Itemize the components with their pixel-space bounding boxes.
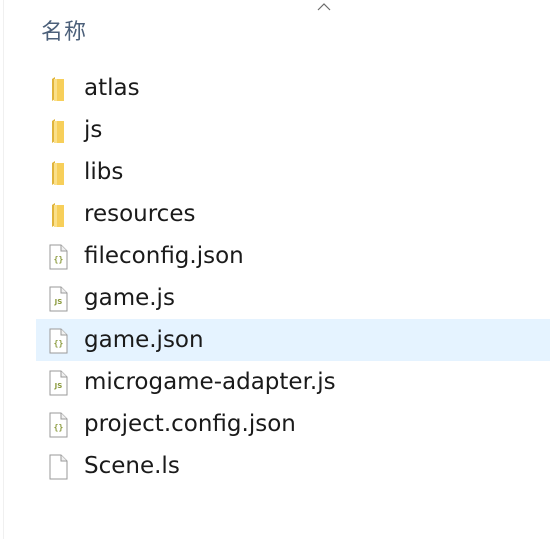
file-row[interactable]: JS microgame-adapter.js	[0, 361, 550, 403]
blank-file-icon	[46, 454, 70, 480]
file-name: project.config.json	[84, 411, 296, 437]
json-file-icon: {}	[46, 244, 70, 270]
folder-icon	[46, 76, 70, 102]
folder-icon	[46, 118, 70, 144]
file-row[interactable]: {} game.json	[36, 319, 550, 361]
file-row[interactable]: js	[0, 109, 550, 151]
file-name: fileconfig.json	[84, 243, 244, 269]
file-name: atlas	[84, 75, 140, 101]
file-row[interactable]: libs	[0, 151, 550, 193]
svg-text:JS: JS	[54, 382, 63, 390]
file-row[interactable]: resources	[0, 193, 550, 235]
column-header-bar: 名称	[0, 0, 550, 56]
file-name: microgame-adapter.js	[84, 369, 336, 395]
file-name: Scene.ls	[84, 453, 180, 479]
file-row[interactable]: atlas	[0, 67, 550, 109]
svg-text:{}: {}	[54, 255, 64, 264]
file-row[interactable]: JS game.js	[0, 277, 550, 319]
file-row[interactable]: Scene.ls	[0, 445, 550, 487]
js-file-icon: JS	[46, 286, 70, 312]
chevron-up-icon[interactable]	[316, 0, 332, 12]
svg-text:JS: JS	[54, 298, 63, 306]
svg-text:{}: {}	[54, 339, 64, 348]
file-name: game.json	[84, 327, 204, 353]
json-file-icon: {}	[46, 328, 70, 354]
svg-text:{}: {}	[54, 423, 64, 432]
file-row[interactable]: {} project.config.json	[0, 403, 550, 445]
js-file-icon: JS	[46, 370, 70, 396]
json-file-icon: {}	[46, 412, 70, 438]
column-header-name[interactable]: 名称	[41, 14, 87, 46]
folder-icon	[46, 160, 70, 186]
file-name: js	[84, 117, 103, 143]
file-list: atlas js libs resources {} fileconfig.json JS g…	[0, 67, 550, 487]
file-name: game.js	[84, 285, 175, 311]
file-name: resources	[84, 201, 196, 227]
file-row[interactable]: {} fileconfig.json	[0, 235, 550, 277]
folder-icon	[46, 202, 70, 228]
file-name: libs	[84, 159, 124, 185]
